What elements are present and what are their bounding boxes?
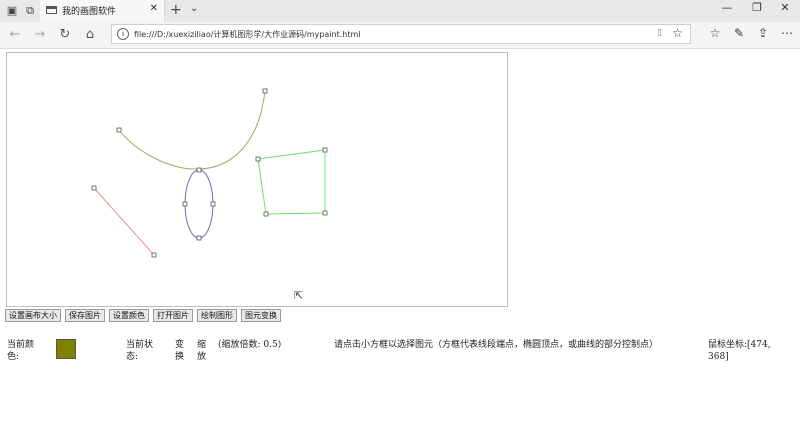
zoom-factor-note: (缩放倍数: 0.5)	[218, 340, 282, 350]
polygon-shape[interactable]	[257, 149, 326, 215]
address-bar[interactable]: i file:///D:/xuexiziliao/计算机图形学/大作业源码/my…	[111, 24, 691, 44]
open-image-button[interactable]: 打开图片	[153, 309, 193, 322]
current-state-value: 变换	[175, 340, 185, 362]
current-state-label: 当前状态:	[126, 340, 154, 362]
favorite-star-icon[interactable]: ☆	[672, 26, 683, 40]
curve-control-handle[interactable]	[262, 88, 268, 94]
ellipse-shape[interactable]	[184, 169, 214, 239]
pen-icon[interactable]: ✎	[731, 26, 747, 40]
chevron-down-icon[interactable]: ⌄	[190, 3, 198, 14]
mouse-coords-label: 鼠标坐标:	[708, 340, 748, 350]
mouse-coords-display: 鼠标坐标:[474, 368]	[708, 339, 788, 363]
new-tab-icon[interactable]: +	[170, 2, 182, 18]
polygon-vertex-handle[interactable]	[263, 211, 269, 217]
line-endpoint-handle[interactable]	[91, 185, 97, 191]
line-endpoint-handle[interactable]	[151, 252, 157, 258]
draw-shape-button[interactable]: 绘制图形	[197, 309, 237, 322]
refresh-icon[interactable]: ↻	[56, 26, 74, 44]
tab-title: 我的画图软件	[62, 7, 117, 17]
address-url[interactable]: file:///D:/xuexiziliao/计算机图形学/大作业源码/mypa…	[134, 29, 361, 40]
ellipse-vertex-handle[interactable]	[196, 235, 202, 241]
reading-view-icon[interactable]: ▯	[657, 28, 662, 38]
info-icon[interactable]: i	[117, 28, 129, 40]
selection-hint: 请点击小方框以选择图元（方框代表线段端点，椭圆顶点，或曲线的部分控制点）	[334, 340, 659, 350]
share-icon[interactable]: ⇪	[755, 26, 771, 40]
browser-tab-bar: ▣ ⧉ 我的画图软件 ✕ + ⌄ — ❐ ✕	[0, 0, 800, 22]
browser-nav-bar: ← → ↻ ⌂ i file:///D:/xuexiziliao/计算机图形学/…	[0, 22, 800, 49]
toolbar-buttons: 设置画布大小 保存图片 设置颜色 打开图片 绘制图形 图元变换	[5, 309, 285, 322]
ellipse-vertex-handle[interactable]	[182, 201, 188, 207]
current-color-label: 当前颜色:	[7, 340, 35, 362]
set-canvas-size-button[interactable]: 设置画布大小	[5, 309, 61, 322]
transform-mode-value: 缩放	[197, 340, 207, 362]
mouse-cursor-icon: ⇱	[294, 289, 304, 302]
polygon-vertex-handle[interactable]	[322, 147, 328, 153]
curve-control-handle[interactable]	[116, 127, 122, 133]
polygon-vertex-handle[interactable]	[255, 156, 261, 162]
back-icon[interactable]: ←	[6, 26, 24, 44]
page-icon	[46, 6, 57, 14]
close-icon[interactable]: ✕	[150, 3, 158, 14]
curve-shape[interactable]	[118, 90, 266, 170]
forward-icon[interactable]: →	[31, 26, 49, 44]
home-icon[interactable]: ⌂	[81, 26, 99, 44]
line-shape[interactable]	[93, 187, 155, 256]
browser-tab[interactable]: 我的画图软件 ✕	[40, 0, 165, 22]
minimize-icon[interactable]: —	[712, 1, 742, 14]
tab-grid-icon[interactable]: ▣	[4, 3, 20, 19]
favorites-hub-icon[interactable]: ☆	[707, 26, 723, 40]
more-icon[interactable]: ⋯	[779, 26, 795, 40]
save-image-button[interactable]: 保存图片	[65, 309, 105, 322]
tab-back-icon[interactable]: ⧉	[22, 3, 38, 19]
set-color-button[interactable]: 设置颜色	[109, 309, 149, 322]
window-close-icon[interactable]: ✕	[770, 1, 800, 14]
ellipse-vertex-handle[interactable]	[196, 167, 202, 173]
canvas-graphics	[91, 88, 328, 258]
drawing-canvas[interactable]	[6, 52, 508, 307]
maximize-icon[interactable]: ❐	[742, 1, 772, 14]
transform-primitive-button[interactable]: 图元变换	[241, 309, 281, 322]
current-color-swatch	[56, 339, 76, 359]
polygon-vertex-handle[interactable]	[322, 210, 328, 216]
ellipse-vertex-handle[interactable]	[210, 201, 216, 207]
